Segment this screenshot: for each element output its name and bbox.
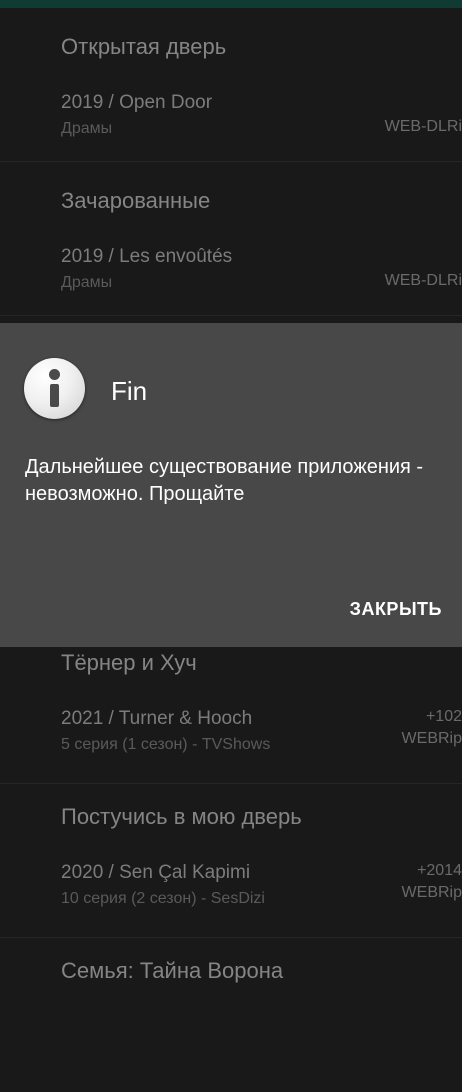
info-icon <box>24 358 85 419</box>
dialog-title: Fin <box>111 376 148 406</box>
close-button[interactable]: ЗАКРЫТЬ <box>350 599 442 620</box>
dialog-message: Дальнейшее существование приложения - не… <box>25 456 424 505</box>
